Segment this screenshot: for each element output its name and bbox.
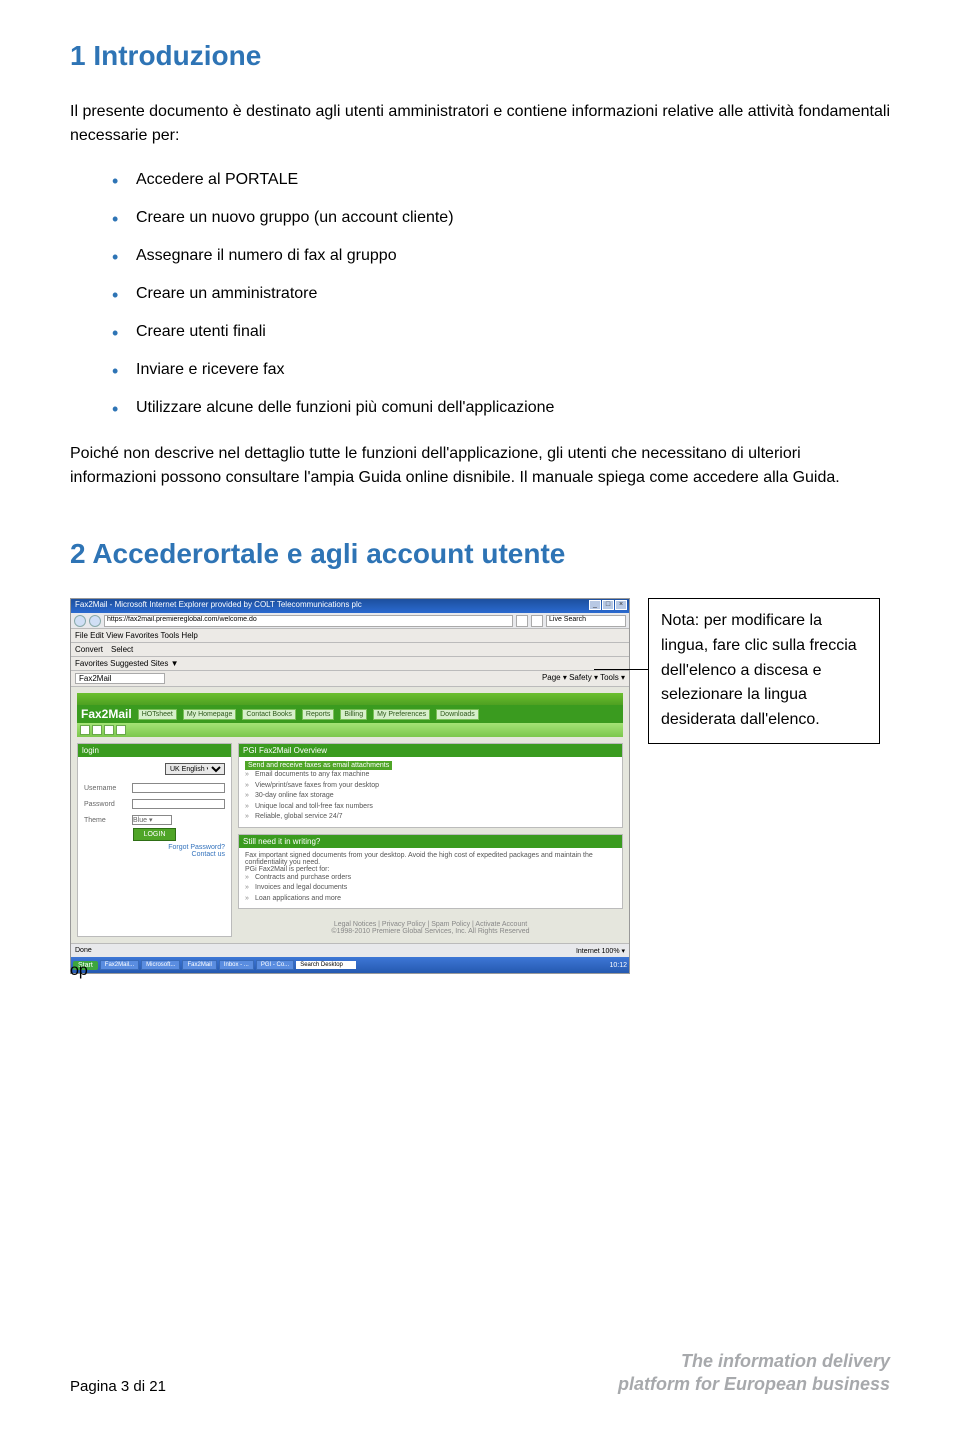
embedded-screenshot: Fax2Mail - Microsoft Internet Explorer p… <box>70 598 630 974</box>
window-title: Fax2Mail - Microsoft Internet Explorer p… <box>75 600 362 609</box>
app-top-bar <box>77 693 623 705</box>
refresh-icon[interactable] <box>516 615 528 627</box>
app-icon-strip <box>77 723 623 737</box>
nav-homepage[interactable]: My Homepage <box>183 709 237 720</box>
password-input[interactable] <box>132 799 225 809</box>
app-footer-links[interactable]: Legal Notices | Privacy Policy | Spam Po… <box>238 921 623 928</box>
url-input[interactable]: https://fax2mail.premiereglobal.com/welc… <box>104 615 513 627</box>
password-label: Password <box>84 801 128 808</box>
writing-sublead: PGi Fax2Mail is perfect for: <box>245 866 616 873</box>
nav-hotsheet[interactable]: HOTsheet <box>138 709 177 720</box>
list-item: Reliable, global service 24/7 <box>245 812 616 823</box>
taskbar-item[interactable]: PGI - Co... <box>256 960 294 970</box>
nav-reports[interactable]: Reports <box>302 709 335 720</box>
nav-preferences[interactable]: My Preferences <box>373 709 430 720</box>
followup-paragraph: Poiché non descrive nel dettaglio tutte … <box>70 442 890 490</box>
intro-paragraph: Il presente documento è destinato agli u… <box>70 100 890 148</box>
strip-icon[interactable] <box>92 725 102 735</box>
windows-taskbar: Start Fax2Mail... Microsoft... Fax2Mail … <box>71 957 629 973</box>
taskbar-search[interactable]: Search Desktop <box>296 961 356 969</box>
nav-billing[interactable]: Billing <box>340 709 367 720</box>
section-2-heading: 2 Accederortale e agli account utente <box>70 538 890 570</box>
ie-status-bar: Done Internet 100% ▾ <box>71 943 629 957</box>
list-item: Creare utenti finali <box>112 320 890 344</box>
page-footer: Pagina 3 di 21 The information delivery … <box>70 1350 890 1395</box>
list-item: Invoices and legal documents <box>245 883 616 894</box>
back-icon[interactable] <box>74 615 86 627</box>
list-item: Loan applications and more <box>245 894 616 905</box>
list-item: Unique local and toll-free fax numbers <box>245 802 616 813</box>
annotation-note: Nota: per modificare la lingua, fare cli… <box>648 598 880 744</box>
overview-lead: Send and receive faxes as email attachme… <box>245 761 392 770</box>
minimize-icon[interactable]: _ <box>589 600 601 610</box>
status-left: Done <box>75 947 92 954</box>
app-copyright: ©1998-2010 Premiere Global Services, Inc… <box>238 928 623 935</box>
ie-toolbar: Convert Select <box>71 643 629 657</box>
username-input[interactable] <box>132 783 225 793</box>
status-right: Internet 100% ▾ <box>576 947 625 955</box>
language-select[interactable]: UK English ▾ <box>165 763 225 775</box>
forward-icon[interactable] <box>89 615 101 627</box>
login-panel: login UK English ▾ Username Passwor <box>77 743 232 937</box>
ie-menu-bar[interactable]: File Edit View Favorites Tools Help <box>71 629 629 643</box>
toolbar-select[interactable]: Select <box>111 645 133 654</box>
nav-downloads[interactable]: Downloads <box>436 709 479 720</box>
theme-label: Theme <box>84 817 128 824</box>
overview-header: PGI Fax2Mail Overview <box>239 744 622 757</box>
list-item: Contracts and purchase orders <box>245 873 616 884</box>
section-1-heading: 1 Introduzione <box>70 40 890 72</box>
list-item: Email documents to any fax machine <box>245 770 616 781</box>
screenshot-row: Fax2Mail - Microsoft Internet Explorer p… <box>70 598 890 974</box>
callout-line-icon <box>594 669 649 670</box>
list-item: Inviare e ricevere fax <box>112 358 890 382</box>
username-label: Username <box>84 785 128 792</box>
taskbar-item[interactable]: Fax2Mail <box>182 960 216 970</box>
app-logo: Fax2Mail <box>81 707 132 721</box>
login-button[interactable]: LOGIN <box>133 828 177 841</box>
ie-tab-row: Fax2Mail Page ▾ Safety ▾ Tools ▾ <box>71 671 629 687</box>
list-item: View/print/save faxes from your desktop <box>245 781 616 792</box>
list-item: 30-day online fax storage <box>245 791 616 802</box>
list-item: Accedere al PORTALE <box>112 168 890 192</box>
taskbar-clock: 10:12 <box>609 962 627 969</box>
browser-tab[interactable]: Fax2Mail <box>75 673 165 684</box>
close-icon[interactable]: × <box>615 600 627 610</box>
theme-select[interactable]: Blue ▾ <box>132 815 172 825</box>
app-nav: Fax2Mail HOTsheet My Homepage Contact Bo… <box>77 705 623 723</box>
taskbar-item[interactable]: Microsoft... <box>141 960 180 970</box>
search-input[interactable]: Live Search <box>546 615 626 627</box>
writing-header: Still need it in writing? <box>239 835 622 848</box>
ie-page-menu[interactable]: Page ▾ Safety ▾ Tools ▾ <box>542 673 625 684</box>
taskbar-item[interactable]: Inbox - ... <box>219 960 254 970</box>
maximize-icon[interactable]: □ <box>602 600 614 610</box>
page-number: Pagina 3 di 21 <box>70 1378 166 1395</box>
forgot-password-link[interactable]: Forgot Password? <box>84 844 225 851</box>
contact-us-link[interactable]: Contact us <box>84 851 225 858</box>
footer-tagline: The information delivery platform for Eu… <box>618 1350 890 1395</box>
app-body: Fax2Mail HOTsheet My Homepage Contact Bo… <box>71 687 629 943</box>
strip-icon[interactable] <box>116 725 126 735</box>
ie-nav-bar: https://fax2mail.premiereglobal.com/welc… <box>71 613 629 629</box>
login-header: login <box>78 744 231 757</box>
list-item: Assegnare il numero di fax al gruppo <box>112 244 890 268</box>
bullet-list: Accedere al PORTALE Creare un nuovo grup… <box>70 168 890 420</box>
list-item: Utilizzare alcune delle funzioni più com… <box>112 396 890 420</box>
nav-contacts[interactable]: Contact Books <box>242 709 296 720</box>
strip-icon[interactable] <box>80 725 90 735</box>
note-text: Nota: per modificare la lingua, fare cli… <box>661 612 857 728</box>
main-panel: PGI Fax2Mail Overview Send and receive f… <box>238 743 623 937</box>
list-item: Creare un nuovo gruppo (un account clien… <box>112 206 890 230</box>
toolbar-convert[interactable]: Convert <box>75 645 103 654</box>
writing-lead: Fax important signed documents from your… <box>245 852 616 866</box>
strip-icon[interactable] <box>104 725 114 735</box>
ie-favorites-bar[interactable]: Favorites Suggested Sites ▼ <box>71 657 629 671</box>
list-item: Creare un amministratore <box>112 282 890 306</box>
taskbar-item[interactable]: Fax2Mail... <box>100 960 139 970</box>
stop-icon[interactable] <box>531 615 543 627</box>
window-titlebar: Fax2Mail - Microsoft Internet Explorer p… <box>71 599 629 613</box>
